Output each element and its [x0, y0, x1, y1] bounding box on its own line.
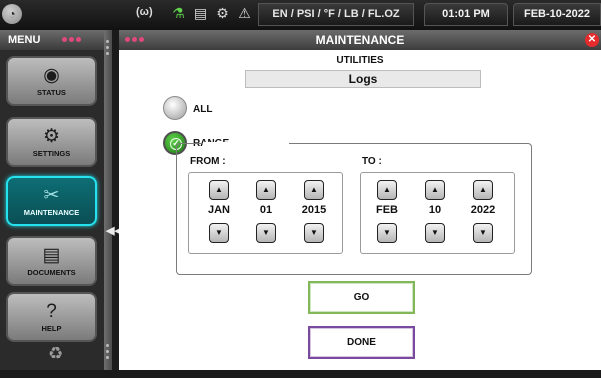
- to-month-up-button[interactable]: ▲: [377, 180, 397, 200]
- sidebar-header: MENU: [0, 30, 104, 50]
- warning-icon[interactable]: ⚠: [236, 5, 253, 22]
- to-day-down-button[interactable]: ▼: [425, 223, 445, 243]
- sidebar-title: MENU: [8, 34, 41, 46]
- to-label: TO :: [362, 156, 382, 167]
- radio-all[interactable]: [163, 96, 187, 120]
- go-button[interactable]: GO: [308, 281, 415, 314]
- gear-icon: ⚙: [42, 125, 61, 147]
- units-indicator[interactable]: EN / PSI / °F / LB / FL.OZ: [258, 3, 414, 26]
- from-year-up-button[interactable]: ▲: [304, 180, 324, 200]
- from-year-value: 2015: [301, 204, 327, 216]
- section-title: UTILITIES: [336, 55, 384, 66]
- sidebar-item-help[interactable]: ? HELP: [6, 292, 97, 342]
- from-day-down-button[interactable]: ▼: [256, 223, 276, 243]
- bottom-strip: [0, 370, 601, 378]
- sidebar-item-label: MAINTENANCE: [23, 207, 80, 217]
- panel-header: MAINTENANCE ✕: [119, 30, 601, 50]
- sidebar-item-status[interactable]: ◉ STATUS: [6, 56, 97, 106]
- from-label: FROM :: [190, 156, 226, 167]
- done-button[interactable]: DONE: [308, 326, 415, 359]
- tools-icon: ✂: [43, 184, 60, 206]
- sidebar-item-label: STATUS: [37, 87, 66, 97]
- to-day-up-button[interactable]: ▲: [425, 180, 445, 200]
- top-status-icons: ⚗ ▤ ⚙ ⚠: [170, 5, 253, 22]
- page-title: MAINTENANCE: [315, 33, 405, 47]
- microscope-icon[interactable]: ⚗: [170, 5, 187, 22]
- top-status-bar: ◔ (ω) ⚗ ▤ ⚙ ⚠ EN / PSI / °F / LB / FL.OZ…: [0, 0, 601, 30]
- sidebar-item-label: SETTINGS: [32, 148, 71, 158]
- sidebar-item-maintenance[interactable]: ✂ MAINTENANCE: [6, 176, 97, 226]
- recycle-icon[interactable]: ♻: [48, 344, 63, 364]
- to-year-value: 2022: [470, 204, 496, 216]
- time-display: 01:01 PM: [424, 3, 508, 26]
- sidebar-item-label: DOCUMENTS: [27, 267, 76, 277]
- sidebar-scroll-track[interactable]: [104, 30, 112, 378]
- document-icon: ▤: [42, 244, 61, 266]
- gauge-icon: ◉: [43, 64, 60, 86]
- radio-all-label[interactable]: ALL: [193, 104, 212, 115]
- logs-selector[interactable]: Logs: [245, 70, 481, 88]
- sidebar-item-documents[interactable]: ▤ DOCUMENTS: [6, 236, 97, 286]
- window-dots-icon: [62, 37, 81, 42]
- to-month-value: FEB: [376, 204, 398, 216]
- sidebar-item-settings[interactable]: ⚙ SETTINGS: [6, 117, 97, 167]
- from-month-value: JAN: [207, 204, 230, 216]
- document-icon[interactable]: ▤: [192, 5, 209, 22]
- from-day-value: 01: [259, 204, 273, 216]
- maintenance-panel: MAINTENANCE ✕ UTILITIES Logs ALL ✓ RANGE…: [119, 30, 601, 378]
- help-icon: ?: [46, 300, 57, 322]
- window-dots-icon: [125, 37, 144, 42]
- close-button[interactable]: ✕: [585, 33, 599, 47]
- to-day-value: 10: [428, 204, 442, 216]
- sidebar-menu: MENU ◉ STATUS ⚙ SETTINGS ✂ MAINTENANCE ▤…: [0, 30, 123, 378]
- from-year-down-button[interactable]: ▼: [304, 223, 324, 243]
- to-year-down-button[interactable]: ▼: [473, 223, 493, 243]
- gauge-logo-icon[interactable]: ◔: [2, 4, 22, 24]
- from-month-down-button[interactable]: ▼: [209, 223, 229, 243]
- to-year-up-button[interactable]: ▲: [473, 180, 493, 200]
- date-display: FEB-10-2022: [513, 3, 601, 26]
- to-month-down-button[interactable]: ▼: [377, 223, 397, 243]
- from-day-up-button[interactable]: ▲: [256, 180, 276, 200]
- gear-icon[interactable]: ⚙: [214, 5, 231, 22]
- sidebar-item-label: HELP: [41, 323, 62, 333]
- wireless-icon: (ω): [136, 6, 153, 18]
- from-month-up-button[interactable]: ▲: [209, 180, 229, 200]
